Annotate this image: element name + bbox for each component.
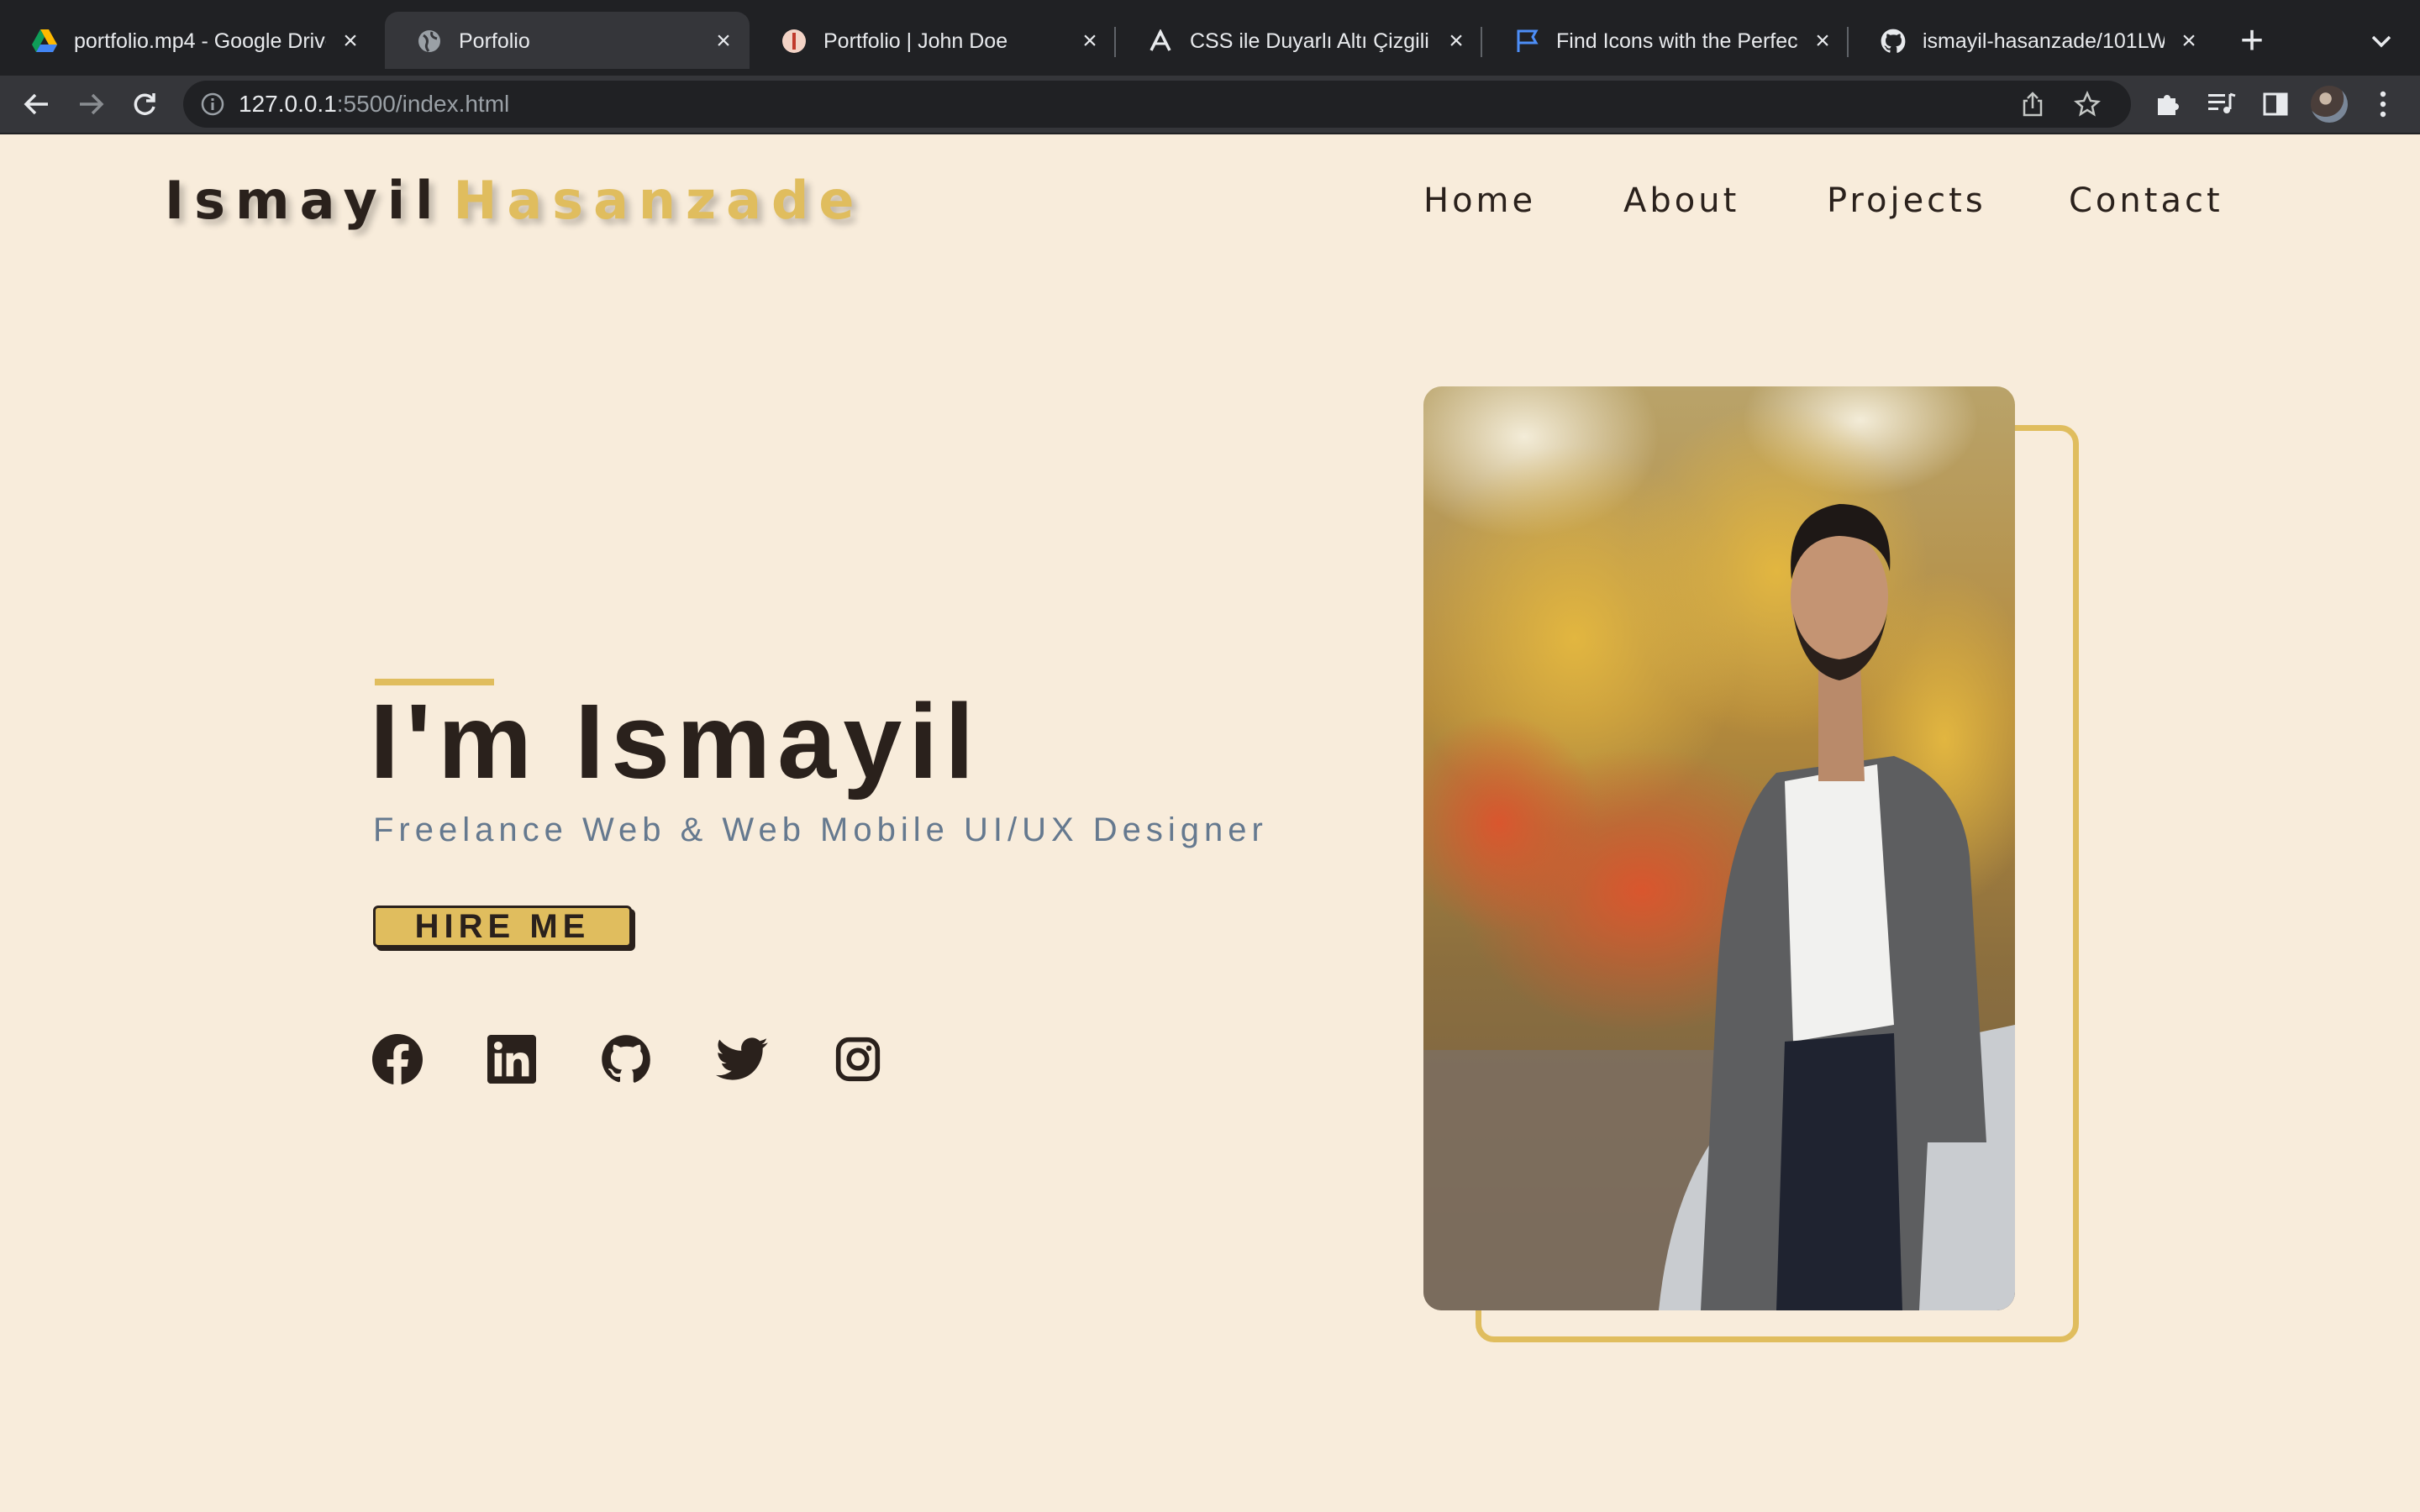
nav-contact[interactable]: Contact: [2069, 181, 2223, 220]
forward-button[interactable]: [72, 86, 109, 123]
media-control-button[interactable]: [2205, 87, 2238, 121]
nav-about[interactable]: About: [1623, 181, 1739, 220]
share-icon[interactable]: [2020, 91, 2045, 118]
back-button[interactable]: [18, 86, 55, 123]
playlist-icon: [2208, 92, 2236, 113]
puzzle-icon: [2158, 95, 2179, 115]
tab-title: CSS ile Duyarlı Altı Çizgili Yazı: [1190, 29, 1432, 53]
close-icon[interactable]: ×: [709, 27, 738, 55]
url-text: 127.0.0.1:5500/index.html: [239, 91, 509, 118]
side-panel-icon: [2263, 92, 2288, 116]
address-bar[interactable]: 127.0.0.1:5500/index.html: [183, 81, 2131, 128]
tab-css-article[interactable]: CSS ile Duyarlı Altı Çizgili Yazı ×: [1116, 12, 1482, 69]
hire-me-button[interactable]: HIRE ME: [373, 906, 632, 948]
tab-github-repo[interactable]: ismayil-hasanzade/101LWP ×: [1849, 12, 2215, 69]
reload-icon: [134, 93, 155, 115]
profile-photo: [1423, 386, 2015, 1310]
tab-search-button[interactable]: [2368, 25, 2395, 59]
tab-title: Find Icons with the Perfect Look: [1556, 29, 1798, 53]
close-icon[interactable]: ×: [1442, 27, 1470, 55]
site-logo[interactable]: Ismayil Hasanzade: [165, 170, 864, 231]
browser-toolbar: 127.0.0.1:5500/index.html: [0, 76, 2420, 133]
nav-projects[interactable]: Projects: [1827, 181, 1986, 220]
tab-john-doe[interactable]: Portfolio | John Doe ×: [750, 12, 1116, 69]
globe-icon: [417, 29, 442, 54]
nav-home[interactable]: Home: [1423, 181, 1536, 220]
browser-tab-strip: portfolio.mp4 - Google Drive × Porfolio …: [0, 0, 2420, 76]
close-icon[interactable]: ×: [1808, 27, 1837, 55]
flag-icon: [1514, 29, 1539, 54]
github-icon: [602, 1035, 650, 1083]
tab-portfolio[interactable]: Porfolio ×: [385, 12, 750, 69]
portrait-image: [1423, 386, 2015, 1310]
tab-title: Porfolio: [459, 29, 530, 53]
close-icon[interactable]: ×: [336, 27, 365, 55]
instagram-icon: [835, 1037, 881, 1082]
chevron-down-icon: [2371, 35, 2391, 48]
reload-button[interactable]: [126, 86, 163, 123]
close-icon[interactable]: ×: [1076, 27, 1104, 55]
github-icon: [1881, 29, 1906, 54]
logo-last-name: Hasanzade: [453, 170, 865, 231]
site-icon: [781, 29, 807, 54]
info-icon[interactable]: [200, 92, 225, 117]
close-icon[interactable]: ×: [2175, 27, 2203, 55]
star-icon[interactable]: [2074, 91, 2101, 118]
twitter-link[interactable]: [716, 1033, 768, 1085]
page-content: Ismayil Hasanzade Home About Projects Con…: [0, 134, 2420, 1512]
tab-find-icons[interactable]: Find Icons with the Perfect Look ×: [1482, 12, 1849, 69]
url-host: 127.0.0.1: [239, 91, 337, 117]
new-tab-button[interactable]: +: [2235, 20, 2269, 62]
instagram-link[interactable]: [832, 1033, 884, 1085]
tab-title: ismayil-hasanzade/101LWP: [1923, 29, 2165, 53]
extensions-button[interactable]: [2151, 87, 2185, 121]
url-path: :5500/index.html: [336, 91, 510, 117]
facebook-icon: [372, 1034, 423, 1084]
article-icon: [1148, 29, 1173, 54]
hero-subtitle: Freelance Web & Web Mobile UI/UX Designe…: [373, 811, 1268, 848]
browser-menu-button[interactable]: [2366, 87, 2400, 121]
linkedin-icon: [487, 1035, 536, 1084]
tab-title: Portfolio | John Doe: [823, 29, 1008, 53]
kebab-menu-icon: [2380, 91, 2386, 118]
linkedin-link[interactable]: [486, 1033, 538, 1085]
hero-title: I'm Ismayil: [370, 682, 981, 801]
twitter-icon: [716, 1037, 768, 1080]
github-link[interactable]: [600, 1033, 652, 1085]
arrow-left-icon: [24, 93, 48, 115]
tab-google-drive[interactable]: portfolio.mp4 - Google Drive ×: [0, 12, 376, 69]
logo-first-name: Ismayil: [165, 170, 444, 231]
google-drive-icon: [32, 29, 57, 54]
side-panel-button[interactable]: [2259, 87, 2292, 121]
tab-title: portfolio.mp4 - Google Drive: [74, 29, 326, 53]
facebook-link[interactable]: [371, 1033, 424, 1085]
arrow-right-icon: [80, 93, 104, 115]
profile-avatar[interactable]: [2311, 86, 2348, 123]
